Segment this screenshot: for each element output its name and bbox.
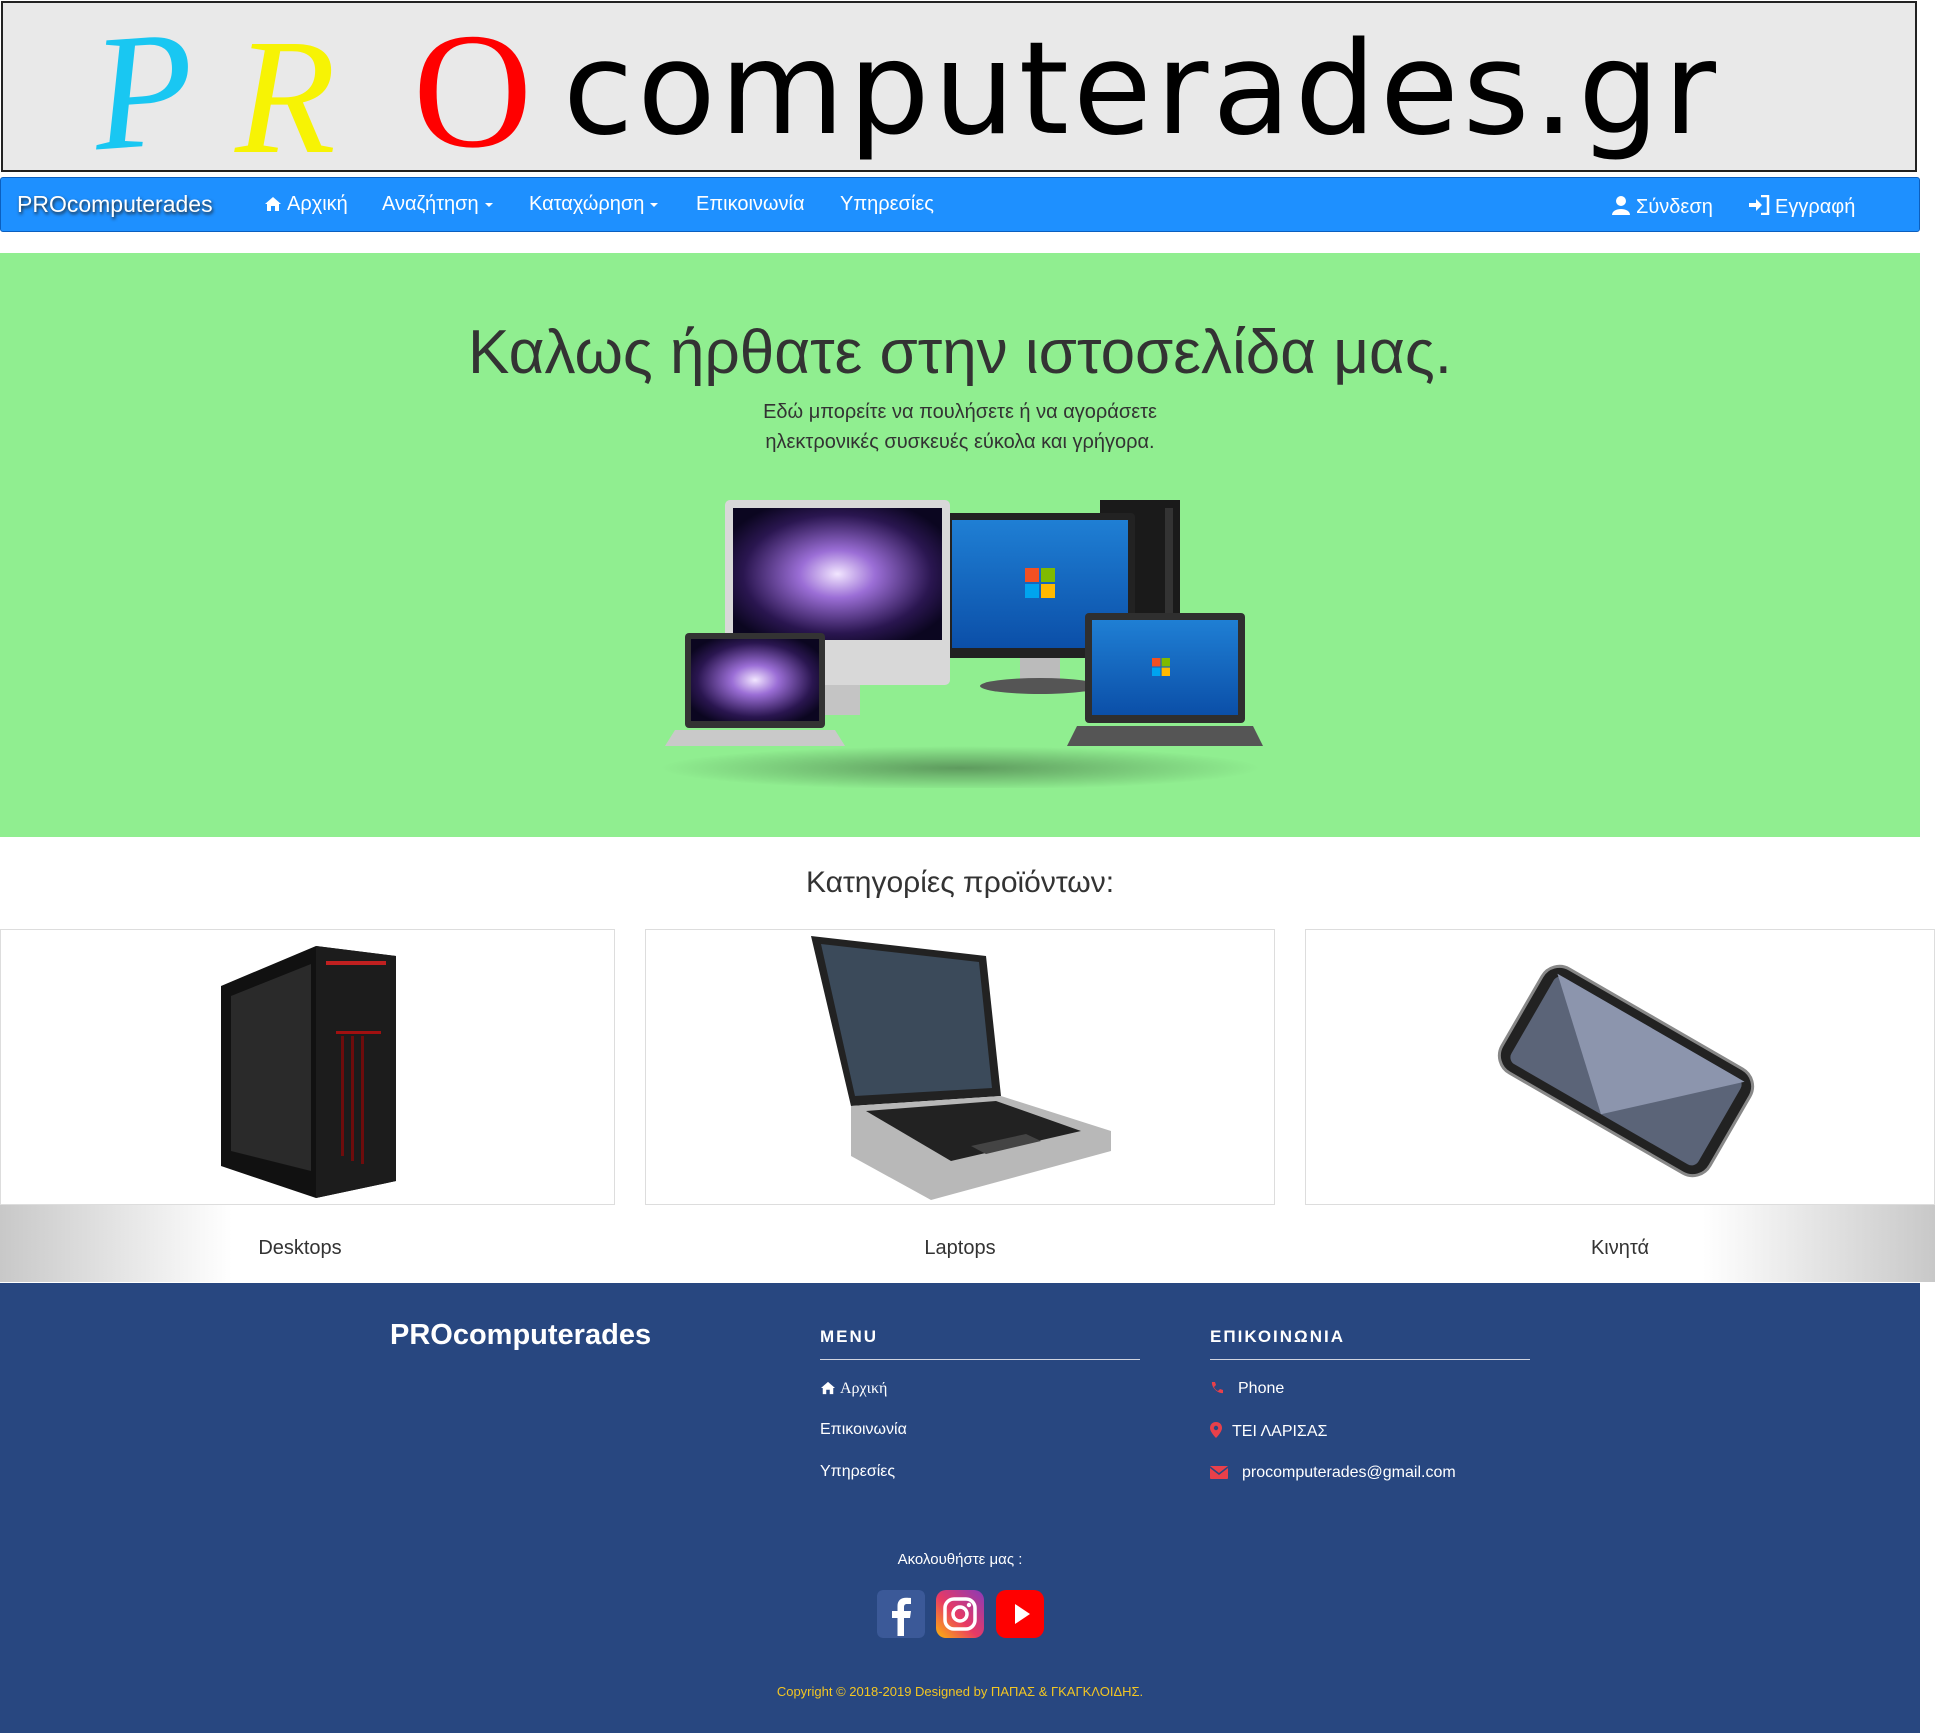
desktop-tower-image xyxy=(221,946,396,1198)
site-footer: PROcomputerades MENU Αρχική Επικοινωνία … xyxy=(0,1283,1920,1733)
main-navbar: PROcomputerades Αρχική Αναζήτηση Καταχώρ… xyxy=(0,177,1920,232)
footer-menu-heading: MENU xyxy=(820,1327,879,1346)
hero-title: Καλως ήρθατε στην ιστοσελίδα μας. xyxy=(468,318,1452,387)
footer-phone-label: Phone xyxy=(1238,1380,1285,1397)
nav-home-label: Αρχική xyxy=(287,193,348,215)
site-banner-logo: P R O computerades.gr xyxy=(1,0,1917,186)
footer-link-contact[interactable]: Επικοινωνία xyxy=(820,1421,907,1439)
category-card-phones[interactable] xyxy=(1305,929,1935,1205)
footer-contact-email[interactable]: procomputerades@gmail.com xyxy=(1210,1464,1456,1482)
envelope-icon xyxy=(1210,1466,1228,1479)
category-card-laptops[interactable] xyxy=(645,929,1275,1205)
footer-contact-heading: ΕΠΙΚΟΙΝΩΝΙΑ xyxy=(1210,1327,1345,1346)
laptop-image xyxy=(811,936,1111,1200)
youtube-icon[interactable] xyxy=(996,1590,1044,1638)
copyright-text: Copyright © 2018-2019 Designed by ΠΑΠΑΣ … xyxy=(776,1684,1144,1699)
nav-home[interactable]: Αρχική xyxy=(264,193,348,216)
nav-login-label: Σύνδεση xyxy=(1636,196,1713,218)
category-label-desktops[interactable]: Desktops xyxy=(0,1237,600,1260)
categories-heading: Κατηγορίες προϊόντων: xyxy=(805,866,1115,899)
nav-contact[interactable]: Επικοινωνία xyxy=(696,193,805,216)
smartphone-image xyxy=(1497,964,1755,1178)
nav-search-dropdown[interactable]: Αναζήτηση xyxy=(382,193,493,216)
category-card-desktops[interactable] xyxy=(0,929,615,1205)
footer-menu-divider xyxy=(820,1359,1140,1360)
instagram-icon[interactable] xyxy=(936,1590,984,1638)
home-icon xyxy=(265,197,281,211)
hero-subtitle-line2: ηλεκτρονικές συσκευές εύκολα και γρήγορα… xyxy=(765,431,1155,453)
home-icon xyxy=(821,1381,835,1395)
footer-location-label: ΤΕΙ ΛΑΡΙΣΑΣ xyxy=(1232,1423,1328,1440)
caret-down-icon xyxy=(650,202,659,207)
nav-login[interactable]: Σύνδεση xyxy=(1611,195,1713,219)
phone-icon xyxy=(1211,1382,1223,1394)
nav-register-label: Εγγραφή xyxy=(1775,196,1856,218)
carousel-next-icon[interactable] xyxy=(1775,1094,1795,1124)
footer-link-services[interactable]: Υπηρεσίες xyxy=(820,1463,895,1481)
category-label-phones[interactable]: Κινητά xyxy=(1320,1237,1920,1260)
logo-letter-r: R xyxy=(235,5,336,188)
nav-services[interactable]: Υπηρεσίες xyxy=(840,193,934,216)
devices-image xyxy=(660,500,1263,788)
user-icon xyxy=(1612,196,1630,215)
footer-contact-divider xyxy=(1210,1359,1530,1360)
nav-register[interactable]: Εγγραφή xyxy=(1748,195,1855,219)
footer-link-home-label: Αρχική xyxy=(840,1380,888,1397)
hero-subtitle-line1: Εδώ μπορείτε να πουλήσετε ή να αγοράσετε xyxy=(763,401,1157,423)
product-categories-carousel: Desktops Laptops Κινητά xyxy=(0,929,1935,1282)
footer-contact-phone: Phone xyxy=(1210,1380,1284,1398)
logo-letter-p: P xyxy=(86,0,201,186)
logo-letter-o: O xyxy=(413,0,533,182)
footer-brand: PROcomputerades xyxy=(390,1319,652,1351)
map-marker-icon xyxy=(1210,1422,1222,1438)
facebook-icon[interactable] xyxy=(877,1590,925,1638)
category-label-laptops[interactable]: Laptops xyxy=(660,1237,1260,1260)
nav-listing-dropdown[interactable]: Καταχώρηση xyxy=(529,193,659,216)
nav-search-label: Αναζήτηση xyxy=(382,193,479,215)
sign-in-icon xyxy=(1749,195,1770,215)
carousel-prev-icon[interactable] xyxy=(122,1094,142,1124)
follow-us-label: Ακολουθήστε μας : xyxy=(897,1551,1023,1568)
navbar-brand[interactable]: PROcomputerades xyxy=(17,191,213,218)
nav-listing-label: Καταχώρηση xyxy=(529,193,645,215)
footer-contact-location: ΤΕΙ ΛΑΡΙΣΑΣ xyxy=(1210,1422,1327,1441)
footer-link-home[interactable]: Αρχική xyxy=(820,1380,887,1398)
logo-domain-text: computerades.gr xyxy=(563,15,1720,164)
footer-email-label: procomputerades@gmail.com xyxy=(1242,1464,1456,1481)
caret-down-icon xyxy=(484,202,493,207)
hero-section: Καλως ήρθατε στην ιστοσελίδα μας. Εδώ μπ… xyxy=(0,253,1920,837)
